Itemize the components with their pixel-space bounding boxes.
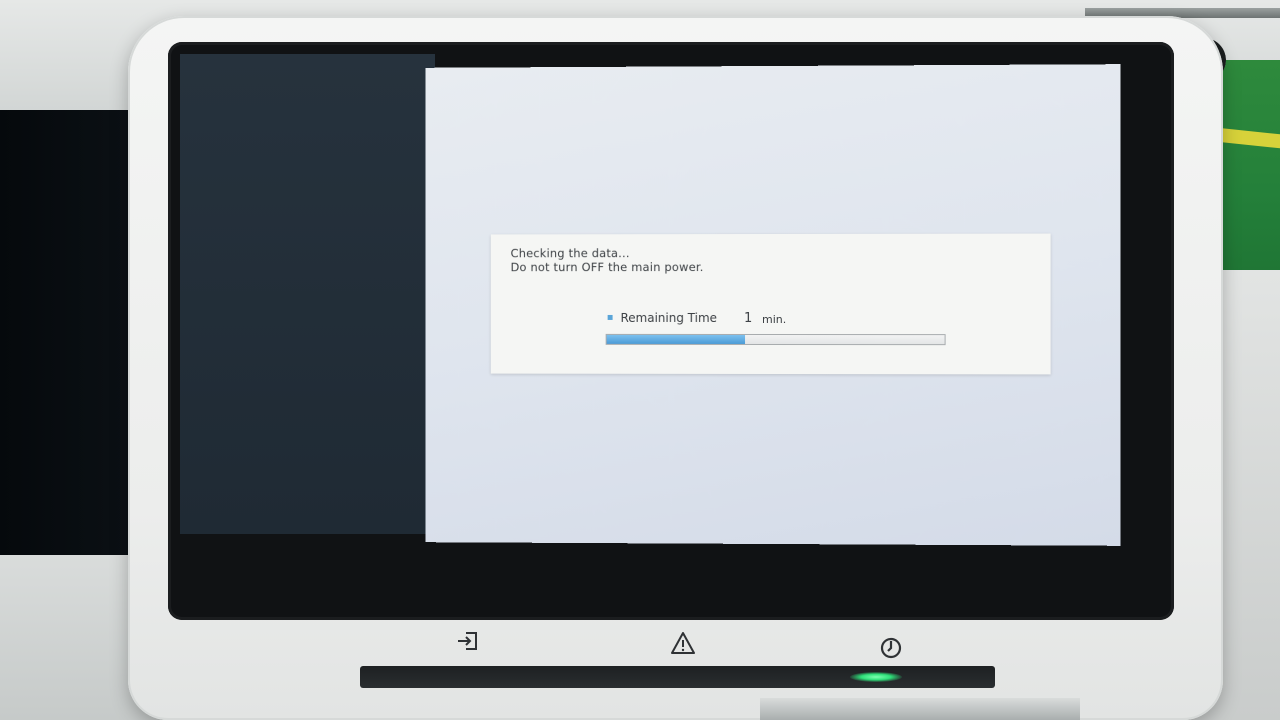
remaining-time-row: Remaining Time 1 min. [608,311,948,329]
bullet-icon [608,315,613,320]
warning-icon [669,629,697,657]
screen-dark-area [180,54,435,534]
power-button[interactable] [876,633,906,663]
remaining-time-label: Remaining Time [621,311,717,325]
base-plate [760,698,1080,720]
progress-bar-fill [607,335,745,344]
status-led-icon [850,672,902,682]
touch-display[interactable]: Checking the data... Do not turn OFF the… [426,64,1121,546]
control-panel-device: Checking the data... Do not turn OFF the… [128,16,1223,720]
progress-bar [606,334,946,345]
power-icon [878,635,904,661]
remaining-time-unit: min. [762,313,786,326]
login-button[interactable] [453,626,483,656]
warning-message: Do not turn OFF the main power. [511,260,704,274]
checking-data-dialog: Checking the data... Do not turn OFF the… [491,234,1051,375]
output-slot [360,666,995,688]
remaining-time-value: 1 [744,311,752,326]
status-message: Checking the data... [511,246,630,260]
warning-button[interactable] [668,628,698,658]
login-icon [454,627,482,655]
